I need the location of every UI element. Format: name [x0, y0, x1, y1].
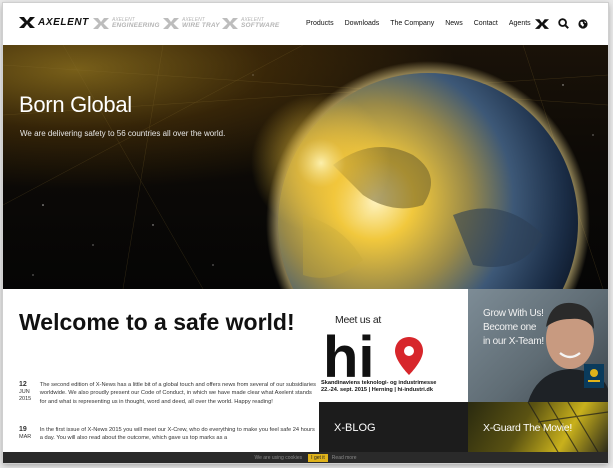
axelent-x-icon: [222, 17, 238, 29]
nav-news[interactable]: News: [445, 20, 463, 27]
news-item[interactable]: 19 MAR In the first issue of X-News 2015…: [19, 426, 319, 443]
main-nav: Products Downloads The Company News Cont…: [306, 20, 542, 27]
fair-caption-line2: 22.-24. sept. 2015 | Herning | hi-indust…: [321, 387, 433, 393]
brand-label: AXELENT: [38, 17, 89, 28]
cookie-message: We are using cookies: [254, 454, 303, 461]
site-header: AXELENT AXELENT ENGINEERING AXELENT WIRE…: [3, 3, 608, 45]
nav-products[interactable]: Products: [306, 20, 334, 27]
axelent-logo[interactable]: AXELENT: [19, 17, 89, 28]
tile-title: Grow With Us! Become one in our X-Team!: [483, 307, 544, 349]
axelent-x-icon: [93, 17, 109, 29]
brand-sub-label: SOFTWARE: [241, 22, 280, 29]
news-day: 12: [19, 381, 27, 388]
news-month: MAR: [19, 434, 32, 440]
axelent-x-icon: [19, 17, 35, 28]
tile-title: X-BLOG: [334, 422, 376, 434]
x-team-badge-icon: [584, 364, 604, 388]
fair-caption-line1: Skandinaviens teknologi- og industrimess…: [321, 380, 437, 386]
map-pin-icon: [395, 337, 423, 375]
news-day: 19: [19, 426, 27, 433]
hero-banner: Born Global We are delivering safety to …: [3, 45, 608, 289]
grow-line2: Become one: [483, 322, 537, 333]
axelent-x-icon[interactable]: [535, 16, 549, 34]
grow-line1: Grow With Us!: [483, 308, 544, 319]
grow-line3: in our X-Team!: [483, 336, 544, 347]
brand-engineering[interactable]: AXELENT ENGINEERING: [93, 17, 160, 29]
nav-contact[interactable]: Contact: [474, 20, 498, 27]
fair-caption: Skandinaviens teknologi- og industrimess…: [321, 380, 468, 394]
earth-image: [3, 45, 608, 289]
news-text: The second edition of X-News has a littl…: [39, 382, 316, 405]
brand-software[interactable]: AXELENT SOFTWARE: [222, 17, 279, 29]
tile-grow-with-us[interactable]: Grow With Us! Become one in our X-Team!: [468, 289, 608, 402]
nav-agents[interactable]: Agents: [509, 20, 531, 27]
tile-title: Meet us at: [335, 314, 382, 326]
news-date: 19 MAR: [19, 426, 40, 443]
cookie-read-more-link[interactable]: Read more: [332, 455, 357, 461]
brand-wire-tray[interactable]: AXELENT WIRE TRAY: [163, 17, 220, 29]
news-year: 2015: [19, 396, 32, 402]
hero-title: Born Global: [19, 92, 132, 117]
axelent-x-icon: [163, 17, 179, 29]
nav-the-company[interactable]: The Company: [390, 20, 434, 27]
brand-sub-label: ENGINEERING: [112, 22, 160, 29]
hero-subtitle: We are delivering safety to 56 countries…: [20, 129, 226, 138]
tile-x-guard-movie[interactable]: X-Guard The Movie!: [468, 402, 608, 452]
news-date: 12 JUN 2015: [19, 381, 40, 406]
nav-downloads[interactable]: Downloads: [345, 20, 380, 27]
tile-title: X-Guard The Movie!: [483, 422, 572, 434]
tile-meet-us[interactable]: Meet us at hi Skandinaviens teknologi- o…: [319, 289, 468, 402]
cookie-bar: We are using cookies I get it Read more: [3, 452, 608, 463]
brand-sub-label: WIRE TRAY: [182, 22, 220, 29]
browser-frame: AXELENT AXELENT ENGINEERING AXELENT WIRE…: [3, 3, 608, 463]
cookie-accept-button[interactable]: I get it: [308, 453, 328, 462]
news-text: In the first issue of X-News 2015 you wi…: [39, 427, 315, 442]
news-item[interactable]: 12 JUN 2015 The second edition of X-News…: [19, 381, 319, 406]
news-month: JUN: [19, 389, 30, 395]
welcome-heading: Welcome to a safe world!: [19, 309, 295, 335]
search-icon[interactable]: [558, 16, 569, 34]
hi-logo-text: hi: [323, 331, 375, 379]
header-icons: [535, 16, 597, 34]
globe-icon[interactable]: [578, 16, 588, 34]
hi-fair-logo: hi: [323, 331, 423, 379]
tile-x-blog[interactable]: X-BLOG: [319, 402, 468, 452]
